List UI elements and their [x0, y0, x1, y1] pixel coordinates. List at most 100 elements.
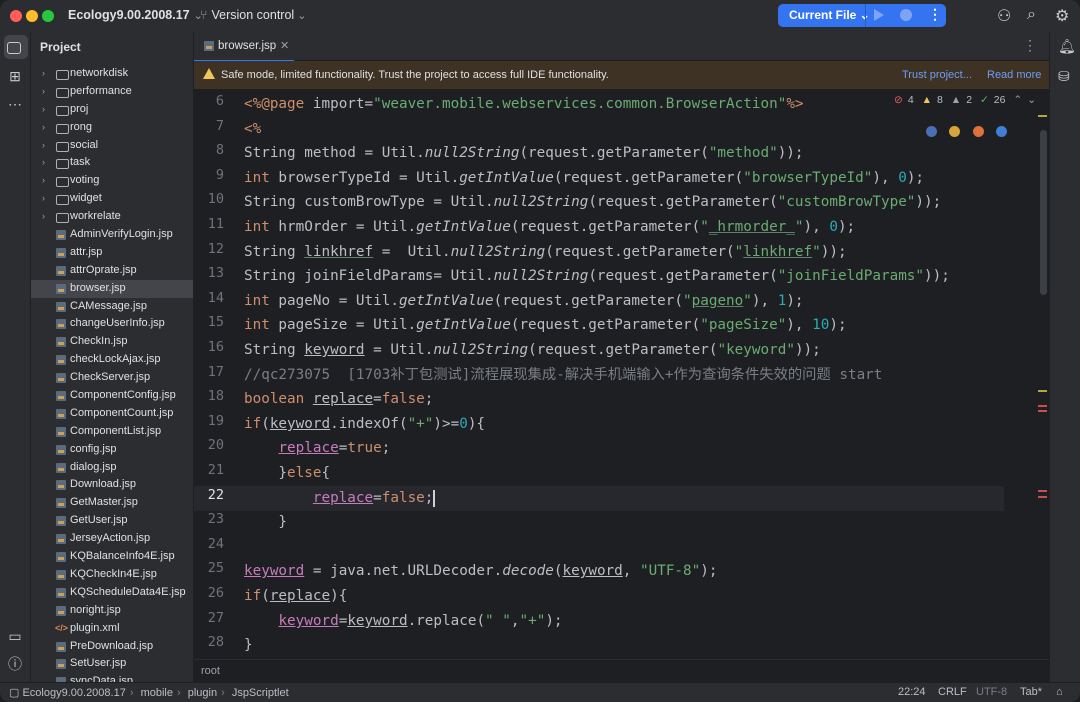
terminal-icon[interactable]: ▭ — [7, 628, 23, 644]
tree-file[interactable]: attr.jsp — [31, 244, 193, 262]
warning-marker[interactable] — [1038, 115, 1047, 117]
notifications-icon[interactable]: 🔔︎ — [1058, 38, 1076, 55]
tree-folder[interactable]: › networkdisk — [31, 65, 193, 83]
line-number: 13 — [207, 265, 224, 281]
line-number: 9 — [215, 167, 224, 183]
close-icon[interactable]: ✕ — [280, 39, 289, 52]
editor-breadcrumb: root — [194, 659, 1049, 683]
version-control-menu[interactable]: ⑂ Version control ⌄ — [200, 8, 306, 22]
tree-file[interactable]: GetUser.jsp — [31, 512, 193, 530]
chevron-right-icon[interactable]: › — [42, 190, 45, 208]
search-icon[interactable]: ⌕ — [1027, 6, 1036, 24]
tree-folder[interactable]: › voting — [31, 172, 193, 190]
tree-file-selected[interactable]: browser.jsp — [31, 279, 193, 298]
database-icon[interactable]: ⛁ — [1058, 68, 1070, 85]
error-marker[interactable] — [1038, 405, 1047, 407]
tree-file[interactable]: dialog.jsp — [31, 459, 193, 477]
gear-icon[interactable]: ⚙ — [1055, 6, 1069, 26]
tree-file[interactable]: ComponentList.jsp — [31, 423, 193, 441]
tree-folder[interactable]: › workrelate — [31, 208, 193, 226]
inspection-widget[interactable]: ⊘ 4 ▲ 8 ▲ 2 ✓ 26 ⌃ ⌄ — [894, 94, 1041, 106]
chevron-right-icon[interactable]: › — [42, 65, 45, 83]
chevron-right-icon[interactable]: › — [42, 208, 45, 226]
tree-file[interactable]: changeUserInfo.jsp — [31, 315, 193, 333]
tree-file[interactable]: </> plugin.xml — [31, 620, 193, 638]
tree-file[interactable]: KQScheduleData4E.jsp — [31, 584, 193, 602]
code-line-comment: //qc273075 [1703补丁包测试]流程展现集成-解决手机端输入+作为查… — [244, 367, 883, 383]
tree-file[interactable]: ComponentCount.jsp — [31, 405, 193, 423]
ide-browser-icon[interactable] — [926, 126, 937, 137]
tree-file[interactable]: config.jsp — [31, 441, 193, 459]
chevron-right-icon[interactable]: › — [42, 101, 45, 119]
structure-tool-icon[interactable]: ⊞ — [7, 68, 23, 84]
tree-file[interactable]: attrOprate.jsp — [31, 262, 193, 280]
more-actions-icon[interactable]: ⋮ — [928, 6, 942, 23]
tree-folder[interactable]: › social — [31, 137, 193, 155]
minimize-window-button[interactable] — [26, 10, 38, 22]
lock-icon[interactable]: ⌂ — [1056, 686, 1063, 698]
add-user-icon[interactable]: ⚇ — [997, 6, 1011, 26]
tab-browser-jsp[interactable]: browser.jsp ✕ — [194, 32, 294, 62]
project-tool-icon[interactable] — [7, 42, 21, 54]
error-marker[interactable] — [1038, 490, 1047, 492]
tree-file[interactable]: JerseyAction.jsp — [31, 530, 193, 548]
tree-file[interactable]: GetMaster.jsp — [31, 494, 193, 512]
tree-file[interactable]: Download.jsp — [31, 476, 193, 494]
chevron-right-icon[interactable]: › — [42, 172, 45, 190]
status-path-item[interactable]: Ecology9.00.2008.17 — [22, 687, 125, 699]
status-path-item[interactable]: JspScriptlet — [232, 687, 289, 699]
run-configuration-selector[interactable]: Current File ⌄ — [789, 8, 870, 22]
more-tools-icon[interactable]: ⋯ — [7, 96, 23, 112]
error-marker[interactable] — [1038, 496, 1047, 498]
tree-file[interactable]: KQCheckIn4E.jsp — [31, 566, 193, 584]
maximize-window-button[interactable] — [42, 10, 54, 22]
chevron-right-icon[interactable]: › — [42, 83, 45, 101]
code-line: String linkhref = Util.null2String(reque… — [244, 244, 847, 260]
jsp-file-icon — [56, 480, 66, 491]
chevron-right-icon[interactable]: › — [42, 119, 45, 137]
file-encoding[interactable]: UTF-8 — [976, 686, 1007, 698]
line-separator[interactable]: CRLF — [938, 686, 967, 698]
debug-icon[interactable] — [900, 9, 912, 21]
read-more-link[interactable]: Read more — [987, 69, 1041, 81]
tree-file[interactable]: syncData.jsp — [31, 673, 193, 682]
tree-folder[interactable]: › widget — [31, 190, 193, 208]
tree-file[interactable]: ComponentConfig.jsp — [31, 387, 193, 405]
tree-file[interactable]: CheckIn.jsp — [31, 333, 193, 351]
chrome-icon[interactable] — [949, 126, 961, 137]
tree-file[interactable]: SetUser.jsp — [31, 655, 193, 673]
firefox-icon[interactable] — [972, 126, 984, 137]
chevron-right-icon[interactable]: › — [42, 137, 45, 155]
tree-file[interactable]: checkLockAjax.jsp — [31, 351, 193, 369]
chevron-down-icon[interactable]: ⌄ — [1027, 94, 1036, 106]
tree-file[interactable]: noright.jsp — [31, 602, 193, 620]
tree-folder[interactable]: › task — [31, 154, 193, 172]
vertical-scrollbar[interactable] — [1040, 130, 1047, 295]
code-editor[interactable]: 6 7 8 9 10 11 12 13 14 15 16 17 18 19 20… — [194, 90, 1049, 658]
project-switcher[interactable]: Ecology9.00.2008.17 ⌄ — [68, 8, 203, 22]
breadcrumb-root[interactable]: root — [201, 665, 220, 677]
status-path-item[interactable]: mobile — [141, 687, 173, 699]
caret-position[interactable]: 22:24 — [898, 686, 926, 698]
tree-folder[interactable]: › performance — [31, 83, 193, 101]
tree-folder[interactable]: › proj — [31, 101, 193, 119]
trust-project-link[interactable]: Trust project... — [902, 69, 972, 81]
indent-setting[interactable]: Tab* — [1020, 686, 1042, 698]
run-icon[interactable] — [874, 9, 884, 21]
status-path-item[interactable]: plugin — [188, 687, 217, 699]
problems-icon[interactable]: ⓘ — [7, 656, 23, 672]
tree-file[interactable]: PreDownload.jsp — [31, 638, 193, 656]
safari-icon[interactable] — [996, 126, 1008, 137]
chevron-right-icon[interactable]: › — [42, 154, 45, 172]
tree-file[interactable]: KQBalanceInfo4E.jsp — [31, 548, 193, 566]
error-marker[interactable] — [1038, 410, 1047, 412]
tree-folder[interactable]: › rong — [31, 119, 193, 137]
close-window-button[interactable] — [10, 10, 22, 22]
chevron-up-icon[interactable]: ⌃ — [1013, 94, 1022, 106]
tree-file[interactable]: CheckServer.jsp — [31, 369, 193, 387]
tree-file[interactable]: AdminVerifyLogin.jsp — [31, 226, 193, 244]
warning-marker[interactable] — [1038, 390, 1047, 392]
tree-file[interactable]: CAMessage.jsp — [31, 298, 193, 316]
line-number: 17 — [207, 364, 224, 380]
more-icon[interactable]: ⋮ — [1023, 37, 1037, 54]
